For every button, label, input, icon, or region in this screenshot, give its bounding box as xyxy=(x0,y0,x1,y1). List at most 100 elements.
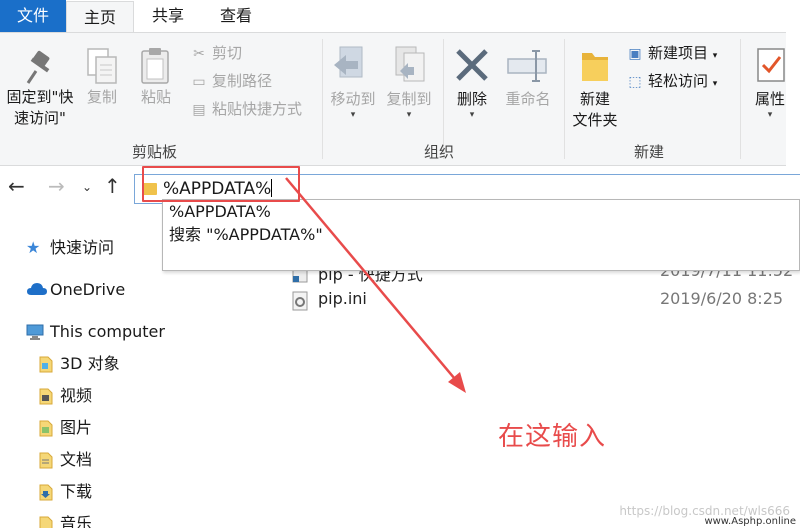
list-item[interactable]: pip.ini 2019/6/20 8:25 xyxy=(246,287,800,315)
paste-shortcut-button[interactable]: ▤ 粘贴快捷方式 xyxy=(190,97,302,121)
video-icon xyxy=(38,387,56,405)
sidebar-item-3d-objects[interactable]: 3D 对象 xyxy=(39,353,120,375)
properties-button[interactable]: 属性 ▾ xyxy=(746,43,794,120)
rename-button[interactable]: 重命名 xyxy=(500,43,556,110)
sidebar-item-label: 下载 xyxy=(60,482,93,501)
copy-label: 复制 xyxy=(86,88,117,106)
sidebar-item-music[interactable]: 音乐 xyxy=(39,513,93,528)
download-icon xyxy=(38,483,56,501)
paste-shortcut-icon: ▤ xyxy=(192,102,206,118)
tab-file[interactable]: 文件 xyxy=(0,0,66,32)
up-arrow-icon[interactable]: ↑ xyxy=(104,174,121,198)
copy-to-dropdown-icon: ▾ xyxy=(406,110,412,120)
copy-to-label: 复制到 xyxy=(386,90,432,108)
sidebar-item-quick-access[interactable]: ★ 快速访问 xyxy=(26,237,115,259)
easy-access-dropdown-icon: ▾ xyxy=(712,79,718,89)
copy-to-button[interactable]: 复制到 ▾ xyxy=(382,43,436,120)
copy-path-label: 复制路径 xyxy=(212,72,273,90)
sidebar-item-label: 图片 xyxy=(60,418,93,437)
sidebar-item-videos[interactable]: 视频 xyxy=(39,385,93,407)
settings-file-icon xyxy=(292,291,308,311)
cloud-icon xyxy=(26,281,47,299)
sidebar-item-label: 3D 对象 xyxy=(60,354,120,373)
ribbon-tab-bar: 文件 主页 共享 查看 xyxy=(0,0,800,33)
copy-to-icon xyxy=(382,43,436,89)
document-icon xyxy=(38,451,56,469)
new-folder-label-line2: 文件夹 xyxy=(572,111,618,129)
new-item-button[interactable]: ▣ 新建项目 ▾ xyxy=(626,41,717,65)
music-icon xyxy=(38,515,56,528)
file-list: pip - 快捷方式 2019/7/11 11:52 pip.ini 2019/… xyxy=(246,261,800,528)
sidebar-item-this-computer[interactable]: This computer xyxy=(26,321,165,343)
easy-access-icon: ⬚ xyxy=(628,74,642,90)
watermark-site: www.Asphp.online xyxy=(704,516,796,527)
new-group-label: 新建 xyxy=(634,143,665,161)
move-to-button[interactable]: 移动到 ▾ xyxy=(326,43,380,120)
sidebar-item-onedrive[interactable]: OneDrive xyxy=(27,279,126,301)
forward-arrow-icon[interactable]: → xyxy=(48,174,65,198)
easy-access-label: 轻松访问 xyxy=(648,72,709,90)
sidebar-item-label: 快速访问 xyxy=(50,238,115,257)
sidebar-item-documents[interactable]: 文档 xyxy=(39,449,93,471)
pin-label-line1: 固定到"快 xyxy=(6,88,74,106)
autocomplete-item[interactable]: %APPDATA% xyxy=(169,201,271,223)
folder-icon xyxy=(568,43,622,89)
star-icon: ★ xyxy=(26,238,41,257)
cut-label: 剪切 xyxy=(212,44,243,62)
new-folder-label-line1: 新建 xyxy=(579,90,610,108)
ribbon-separator xyxy=(740,39,741,159)
copy-path-button[interactable]: ▭ 复制路径 xyxy=(190,69,272,93)
properties-icon xyxy=(746,43,794,89)
scissors-icon: ✂ xyxy=(193,46,205,62)
new-item-dropdown-icon: ▾ xyxy=(712,51,718,61)
autocomplete-item[interactable]: 搜索 "%APPDATA%" xyxy=(169,224,323,246)
annotation-highlight-box xyxy=(142,166,300,202)
clipboard-group-label: 剪贴板 xyxy=(132,143,178,161)
file-date: 2019/6/20 8:25 xyxy=(660,289,784,308)
organize-group-label: 组织 xyxy=(424,143,455,161)
paste-button[interactable]: 粘贴 xyxy=(134,47,178,108)
pin-icon xyxy=(2,47,78,87)
back-arrow-icon[interactable]: ← xyxy=(8,174,25,198)
cut-button[interactable]: ✂ 剪切 xyxy=(190,41,242,65)
ribbon-separator xyxy=(322,39,323,159)
recent-locations-chevron-down-icon[interactable]: ⌄ xyxy=(82,180,92,194)
rename-icon xyxy=(500,43,556,89)
properties-dropdown-icon: ▾ xyxy=(767,110,773,120)
paste-shortcut-label: 粘贴快捷方式 xyxy=(212,100,303,118)
pin-label-line2: 速访问" xyxy=(14,109,66,127)
paste-label: 粘贴 xyxy=(140,88,171,106)
new-item-icon: ▣ xyxy=(628,46,642,62)
tab-view[interactable]: 查看 xyxy=(206,0,266,32)
ribbon: 固定到"快 速访问" 复制 粘贴 ✂ 剪切 ▭ 复制路径 ▤ 粘贴快捷方式 剪贴板 移… xyxy=(0,32,786,166)
new-folder-button[interactable]: 新建 文件夹 xyxy=(568,43,622,131)
delete-label: 删除 xyxy=(456,90,487,108)
copy-icon xyxy=(80,47,124,87)
easy-access-button[interactable]: ⬚ 轻松访问 ▾ xyxy=(626,69,717,93)
sidebar-item-label: 文档 xyxy=(60,450,93,469)
pin-to-quick-access-button[interactable]: 固定到"快 速访问" xyxy=(2,47,78,129)
move-to-icon xyxy=(326,43,380,89)
cube-icon xyxy=(38,355,56,373)
sidebar-item-label: This computer xyxy=(50,322,165,341)
annotation-text: 在这输入 xyxy=(498,422,607,452)
file-name: pip.ini xyxy=(318,289,367,308)
move-to-label: 移动到 xyxy=(330,90,376,108)
delete-dropdown-icon: ▾ xyxy=(469,110,475,120)
pictures-icon xyxy=(38,419,56,437)
sidebar-item-label: 视频 xyxy=(60,386,93,405)
sidebar-item-pictures[interactable]: 图片 xyxy=(39,417,93,439)
delete-button[interactable]: 删除 ▾ xyxy=(448,43,496,120)
tab-home[interactable]: 主页 xyxy=(66,1,134,33)
ribbon-separator xyxy=(564,39,565,159)
new-item-label: 新建项目 xyxy=(648,44,709,62)
sidebar-item-label: 音乐 xyxy=(60,514,93,528)
sidebar-item-downloads[interactable]: 下载 xyxy=(39,481,93,503)
sidebar-item-label: OneDrive xyxy=(50,280,126,299)
delete-icon xyxy=(448,43,496,89)
address-autocomplete-dropdown: %APPDATA% 搜索 "%APPDATA%" xyxy=(162,199,800,271)
computer-icon xyxy=(26,323,44,341)
tab-share[interactable]: 共享 xyxy=(138,0,198,32)
copy-button[interactable]: 复制 xyxy=(80,47,124,108)
rename-label: 重命名 xyxy=(505,90,551,108)
